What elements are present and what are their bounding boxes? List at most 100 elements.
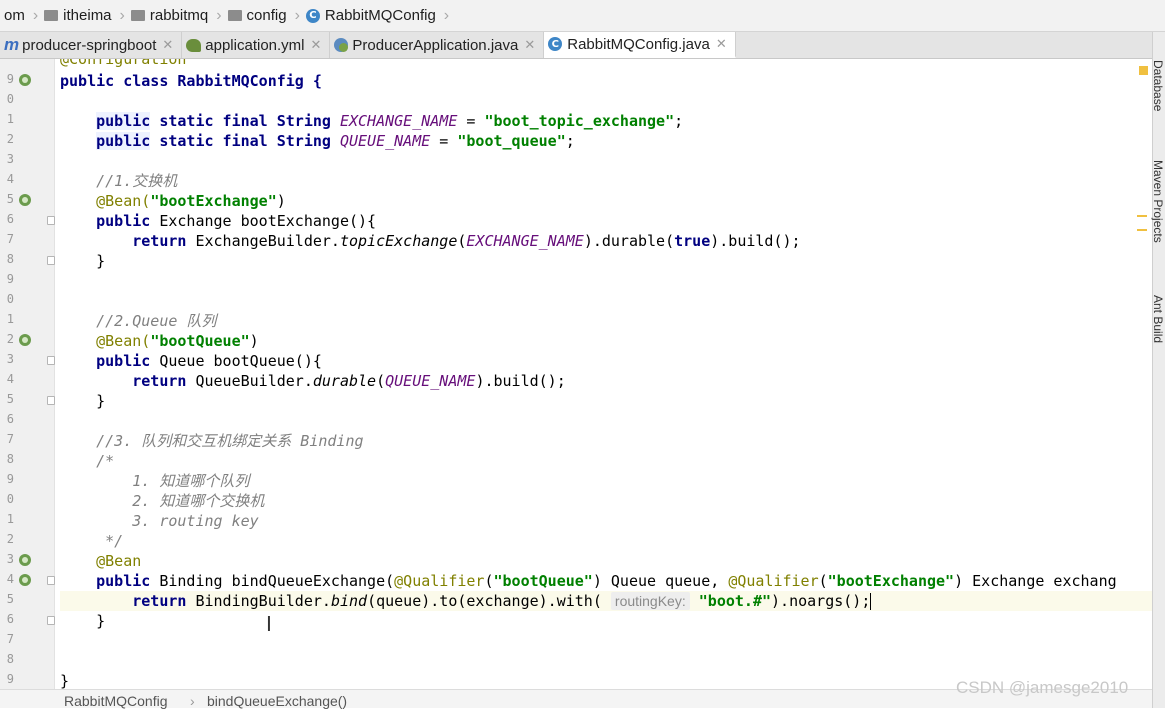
editor-gutter[interactable]: 9 0 1 2 3 4 5 6 7 8 9 0 1 2 3 4 5 6 7 8 …: [0, 59, 55, 689]
error-stripe-marker[interactable]: [1137, 215, 1147, 217]
line-number: 2: [6, 532, 14, 546]
constant-token: EXCHANGE_NAME: [466, 232, 584, 250]
tab-producer-application[interactable]: ProducerApplication.java ✕: [330, 32, 545, 58]
code-editor[interactable]: @Configuration public class RabbitMQConf…: [60, 59, 1152, 689]
spring-bean-icon[interactable]: [19, 334, 31, 346]
fold-icon[interactable]: [47, 576, 55, 585]
tab-rabbitmq-config[interactable]: C RabbitMQConfig.java ✕: [544, 32, 736, 58]
status-method-crumb[interactable]: bindQueueExchange(): [207, 693, 347, 709]
line-number: 9: [6, 72, 14, 86]
line-number: 8: [6, 652, 14, 666]
constant-token: QUEUE_NAME: [339, 132, 431, 150]
spring-bean-icon[interactable]: [19, 74, 31, 86]
spring-app-icon: [334, 38, 349, 52]
annotation-token: @Qualifier: [728, 572, 819, 590]
database-tool-tab[interactable]: Database: [1151, 60, 1165, 111]
string-token: "bootQueue": [150, 332, 250, 350]
spring-bean-icon[interactable]: [19, 194, 31, 206]
keyword-token: static final String: [150, 112, 340, 130]
code-line: @Configuration: [60, 59, 186, 69]
yaml-file-icon: [186, 38, 202, 52]
ant-build-tool-tab[interactable]: Ant Build: [1151, 295, 1165, 343]
code-text: ) Exchange exchang: [954, 572, 1117, 590]
fold-icon[interactable]: [47, 216, 55, 225]
error-stripe-marker[interactable]: [1137, 229, 1147, 231]
current-code-line: return BindingBuilder.bind(queue).to(exc…: [60, 591, 1152, 611]
line-number: 6: [6, 412, 14, 426]
code-line: */: [60, 531, 123, 551]
fold-icon[interactable]: [47, 356, 55, 365]
keyword-token: public: [96, 352, 151, 370]
code-line: 3. routing key: [60, 511, 259, 531]
line-number: 5: [6, 592, 14, 606]
string-token: "bootQueue": [493, 572, 593, 590]
constant-token: EXCHANGE_NAME: [339, 112, 458, 130]
line-number: 4: [6, 172, 14, 186]
maven-projects-tool-tab[interactable]: Maven Projects: [1151, 160, 1165, 243]
code-line: public static final String EXCHANGE_NAME…: [60, 111, 683, 131]
code-text: (: [376, 372, 386, 390]
tab-producer-springboot[interactable]: m producer-springboot ✕: [0, 32, 183, 58]
tab-application-yml[interactable]: application.yml ✕: [182, 32, 331, 58]
line-number: 6: [6, 212, 14, 226]
tool-tab-label: Maven Projects: [1151, 160, 1165, 243]
folder-icon: [227, 10, 242, 21]
close-icon[interactable]: ✕: [311, 37, 322, 53]
comment-token: //3. 队列和交互机绑定关系 Binding: [96, 432, 364, 450]
breadcrumb-item-class[interactable]: C RabbitMQConfig: [302, 0, 442, 31]
tool-tab-label: Database: [1151, 60, 1165, 112]
spring-bean-icon[interactable]: [19, 554, 31, 566]
line-number: 0: [6, 92, 14, 106]
java-class-icon: C: [548, 37, 563, 51]
tab-label: producer-springboot: [22, 36, 157, 54]
comment-token: //2.Queue 队列: [96, 312, 217, 330]
string-token: "bootExchange": [827, 572, 955, 590]
watermark-text: CSDN @jamesge2010: [956, 678, 1129, 697]
breadcrumb-item-rabbitmq[interactable]: rabbitmq: [127, 0, 214, 31]
line-number: 2: [6, 132, 14, 146]
annotation-token: @Bean(: [96, 192, 151, 210]
close-icon[interactable]: ✕: [716, 36, 727, 52]
folder-icon: [130, 10, 145, 21]
code-line: //3. 队列和交互机绑定关系 Binding: [60, 431, 364, 451]
chevron-right-icon: ›: [32, 6, 39, 24]
string-token: "boot_topic_exchange": [484, 112, 675, 130]
code-line: @Bean("bootQueue"): [60, 331, 259, 351]
code-line: }: [60, 391, 105, 411]
code-text: }: [96, 252, 106, 270]
close-icon[interactable]: ✕: [162, 37, 173, 53]
code-text: (queue).to(exchange).with(: [367, 592, 611, 610]
fold-icon[interactable]: [47, 396, 55, 405]
comment-token: 3. routing key: [132, 512, 259, 530]
string-token: "boot_queue": [457, 132, 566, 150]
close-icon[interactable]: ✕: [524, 37, 535, 53]
annotation-token: @Qualifier: [394, 572, 485, 590]
annotation-token: @Configuration: [60, 59, 187, 68]
line-number: 5: [6, 392, 14, 406]
code-line: }: [60, 251, 105, 271]
code-line: /*: [60, 451, 114, 471]
breadcrumb-item-om[interactable]: om: [0, 0, 31, 31]
breadcrumb-item-itheima[interactable]: itheima: [40, 0, 117, 31]
fold-icon[interactable]: [47, 616, 55, 625]
comment-token: //1.交换机: [96, 172, 178, 190]
parameter-hint: routingKey:: [610, 592, 690, 610]
string-token: "bootExchange": [150, 192, 277, 210]
line-number: 2: [6, 332, 14, 346]
line-number: 8: [6, 252, 14, 266]
chevron-right-icon: ›: [190, 693, 195, 709]
code-text: }: [96, 612, 106, 630]
warning-marker-icon[interactable]: [1139, 66, 1148, 75]
keyword-token: public: [96, 112, 151, 130]
status-class-crumb[interactable]: RabbitMQConfig: [64, 693, 168, 709]
method-token: durable: [312, 372, 377, 390]
code-text: }: [96, 392, 106, 410]
breadcrumb-item-config[interactable]: config: [224, 0, 293, 31]
code-line: }: [60, 611, 105, 631]
fold-icon[interactable]: [47, 256, 55, 265]
tab-label: application.yml: [205, 36, 305, 54]
spring-bean-icon[interactable]: [19, 574, 31, 586]
comment-token: 1. 知道哪个队列: [132, 472, 250, 490]
navigation-breadcrumb: om › itheima › rabbitmq › config › C Rabb…: [0, 0, 1165, 32]
line-number: 6: [6, 612, 14, 626]
